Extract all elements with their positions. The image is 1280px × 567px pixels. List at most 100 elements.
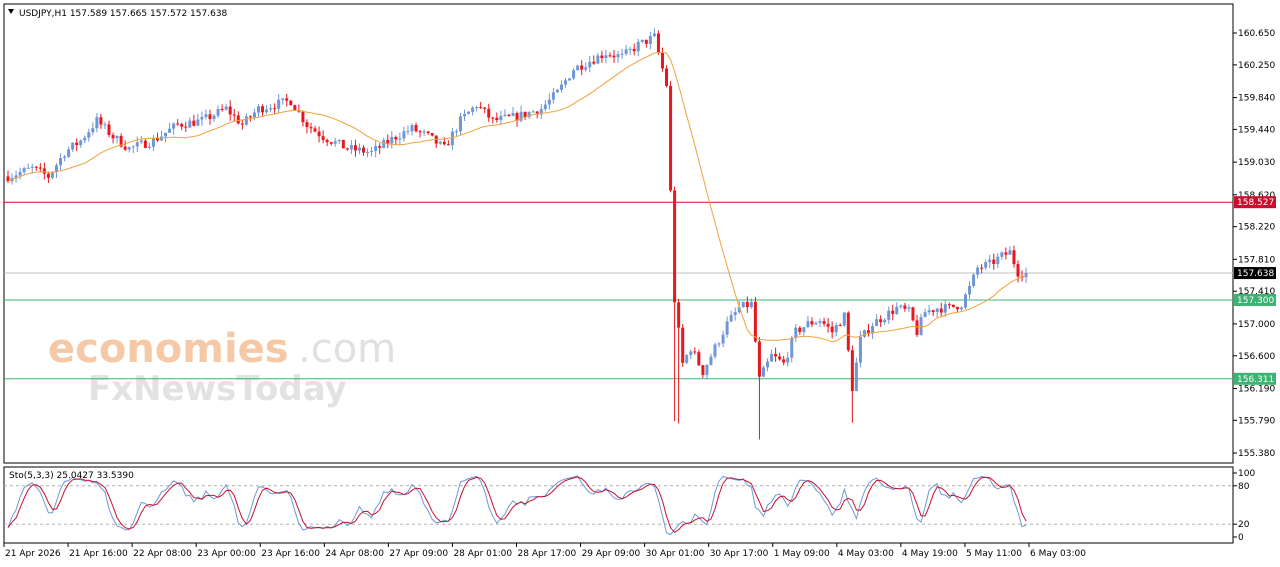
candle-body [778, 356, 782, 360]
candle-body [665, 68, 669, 86]
candle-body [115, 135, 119, 139]
candle-body [984, 262, 988, 268]
candle-body [689, 351, 693, 356]
price-tick-label: 159.440 [1238, 125, 1275, 135]
candle-body [438, 141, 442, 144]
candle-body [1016, 264, 1020, 277]
candle-body [745, 301, 749, 308]
candle-body [628, 48, 632, 50]
candle-body [697, 352, 701, 366]
candle-body [34, 166, 38, 168]
candle-body [188, 120, 192, 128]
price-label-text: 157.638 [1237, 269, 1274, 279]
candle-body [155, 138, 159, 141]
candle-body [285, 98, 289, 101]
candle-body [903, 305, 907, 309]
candle-body [180, 124, 184, 127]
candle-body [604, 55, 608, 59]
candle-body [951, 304, 955, 307]
candle-body [564, 80, 568, 85]
candle-body [147, 146, 151, 148]
candle-body [410, 125, 414, 132]
candle-body [891, 310, 895, 314]
candle-body [83, 137, 87, 141]
candle-body [770, 353, 774, 362]
candle-body [818, 321, 822, 323]
candle-body [337, 139, 341, 142]
candle-body [879, 319, 883, 323]
candle-body [511, 113, 515, 116]
candle-body [353, 145, 357, 151]
candle-body [333, 141, 337, 144]
candle-body [636, 41, 640, 52]
candle-body [289, 100, 293, 106]
candle-body [378, 146, 382, 148]
candle-body [507, 114, 511, 116]
candle-body [568, 78, 572, 81]
candle-body [988, 259, 992, 263]
candle-body [980, 267, 984, 269]
candle-body [95, 117, 99, 129]
candle-body [168, 128, 172, 133]
candle-body [786, 357, 790, 363]
candle-body [814, 322, 818, 325]
candle-body [677, 302, 681, 328]
candle-body [660, 52, 664, 69]
candle-body [491, 117, 495, 119]
candle-body [705, 364, 709, 376]
candle-body [935, 308, 939, 313]
candle-body [499, 115, 503, 120]
time-tick-label: 21 Apr 16:00 [69, 549, 128, 559]
candle-body [212, 115, 216, 120]
candle-body [164, 132, 168, 137]
candle-body [71, 142, 75, 150]
candle-body [135, 142, 139, 147]
price-label-text: 156.311 [1237, 375, 1274, 385]
candle-body [992, 259, 996, 264]
price-label-text: 158.527 [1237, 198, 1274, 208]
candle-body [648, 35, 652, 44]
candle-body [232, 114, 236, 116]
candle-body [374, 146, 378, 151]
candle-body [854, 362, 858, 392]
candle-body [1012, 250, 1016, 265]
dropdown-icon[interactable] [8, 9, 14, 14]
candle-body [531, 111, 535, 113]
candle-body [624, 49, 628, 54]
candle-body [220, 108, 224, 110]
candle-body [555, 89, 559, 93]
candle-body [450, 131, 454, 146]
price-chart[interactable]: economies .com FxNewsToday 160.650 160.25… [0, 0, 1280, 567]
candle-body [382, 140, 386, 148]
candle-body [842, 312, 846, 326]
candle-body [592, 61, 596, 64]
candle-body [899, 305, 903, 307]
time-tick-label: 23 Apr 16:00 [261, 549, 320, 559]
candle-body [834, 325, 838, 333]
candle-body [911, 307, 915, 321]
price-tick-label: 156.600 [1238, 352, 1275, 362]
watermark: economies .com FxNewsToday [48, 326, 396, 409]
moving-average [7, 51, 1027, 343]
candle-body [741, 301, 745, 308]
candle-body [313, 128, 317, 132]
candle-body [317, 131, 321, 137]
candle-body [30, 166, 34, 168]
time-tick-label: 4 May 03:00 [838, 549, 894, 559]
candle-body [426, 131, 430, 133]
candle-body [483, 107, 487, 109]
candle-body [806, 321, 810, 328]
stoch-axis: 100 80 20 0 [1233, 469, 1255, 543]
candle-body [75, 142, 79, 146]
candle-body [963, 294, 967, 308]
candle-body [341, 139, 345, 149]
candle-body [418, 131, 422, 133]
candle-body [693, 351, 697, 353]
candle-body [576, 65, 580, 71]
candle-body [757, 341, 761, 377]
time-tick-label: 30 Apr 17:00 [710, 549, 769, 559]
watermark-brand-suffix: .com [298, 326, 396, 372]
candle-body [887, 310, 891, 320]
candle-body [907, 307, 911, 309]
price-tick-label: 155.380 [1238, 449, 1275, 459]
